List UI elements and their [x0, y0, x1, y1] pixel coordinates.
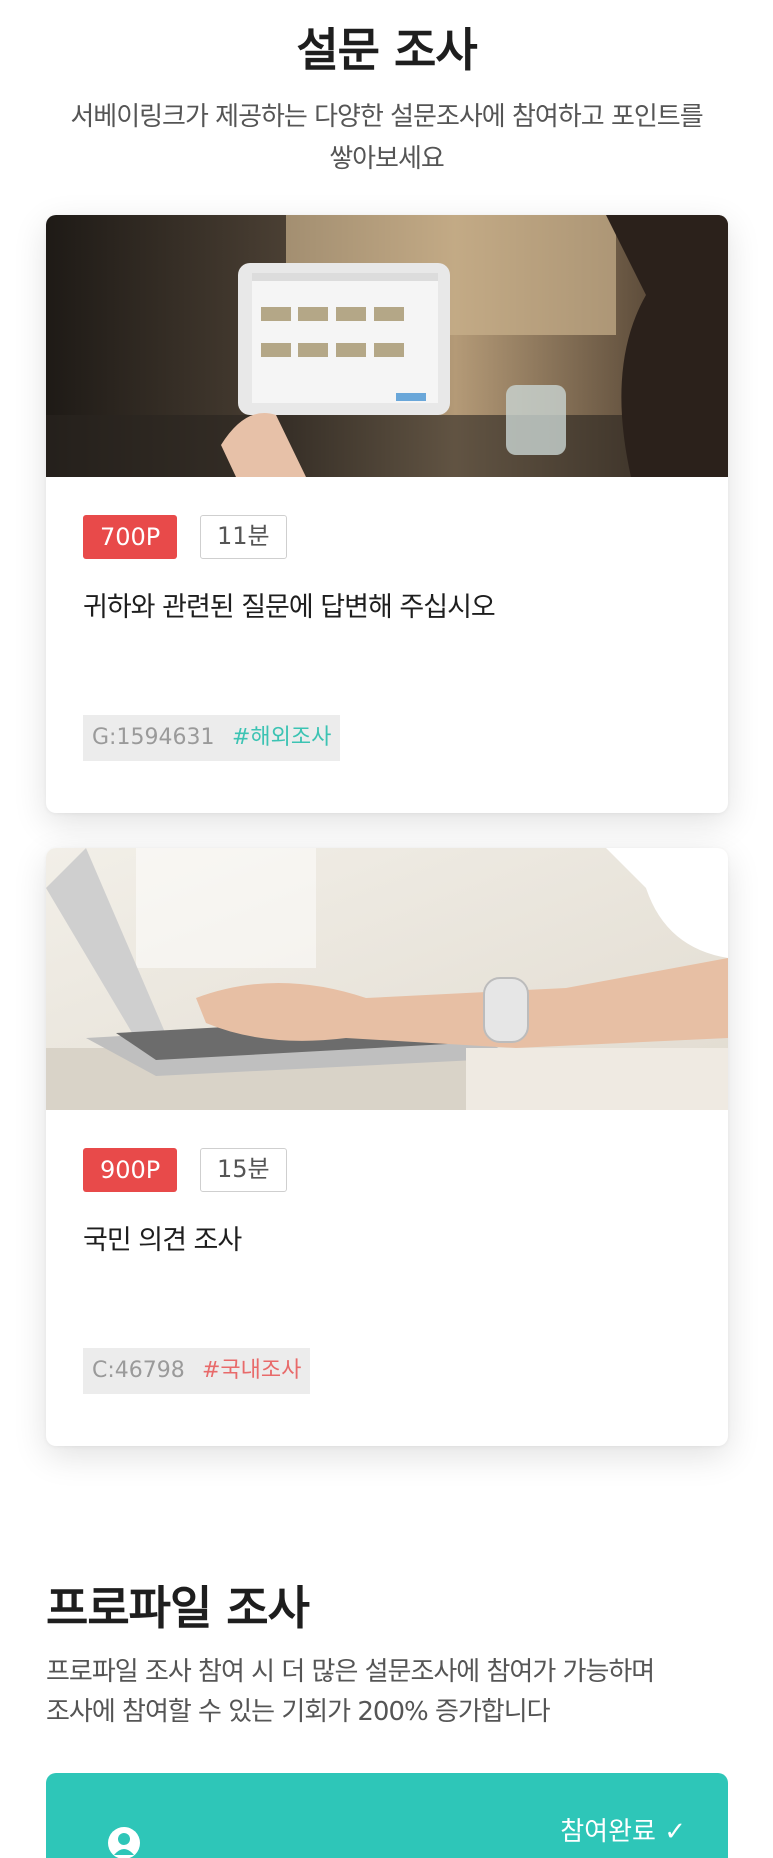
survey-subtitle-line2: 쌓아보세요: [329, 144, 445, 174]
survey-subtitle-line1: 서베이링크가 제공하는 다양한 설문조사에 참여하고 포인트를: [70, 102, 703, 132]
duration-badge: 11분: [200, 515, 287, 559]
survey-card-title[interactable]: 국민 의견 조사: [83, 1218, 242, 1257]
survey-category-tag: #해외조사: [223, 715, 341, 761]
survey-card[interactable]: 900P 15분 국민 의견 조사 C:46798 #국내조사: [46, 848, 728, 1446]
survey-code-tag: C:46798: [83, 1348, 194, 1394]
profile-subtitle-line1: 프로파일 조사 참여 시 더 많은 설문조사에 참여가 가능하며: [46, 1657, 655, 1687]
profile-section-title: 프로파일 조사: [46, 1581, 310, 1635]
survey-card-title[interactable]: 귀하와 관련된 질문에 답변해 주십시오: [83, 585, 496, 624]
participation-complete-label: 참여완료 ✓: [560, 1817, 686, 1847]
points-badge: 900P: [83, 1148, 178, 1192]
duration-badge: 15분: [200, 1148, 287, 1192]
profile-survey-card[interactable]: 참여완료 ✓: [46, 1773, 728, 1858]
survey-code-tag: G:1594631: [83, 715, 224, 761]
profile-icon: [106, 1825, 142, 1858]
survey-card[interactable]: 700P 11분 귀하와 관련된 질문에 답변해 주십시오 G:1594631 …: [46, 215, 728, 813]
profile-section-subtitle: 프로파일 조사 참여 시 더 많은 설문조사에 참여가 가능하며 조사에 참여할…: [46, 1652, 736, 1732]
survey-section-title: 설문 조사: [296, 23, 477, 77]
points-badge: 700P: [83, 515, 178, 559]
survey-card-image: [46, 848, 728, 1110]
survey-card-image: [46, 215, 728, 477]
survey-category-tag: #국내조사: [193, 1348, 311, 1394]
survey-card-body: 900P 15분 국민 의견 조사 C:46798 #국내조사: [46, 1110, 728, 1446]
profile-subtitle-line2: 조사에 참여할 수 있는 기회가 200% 증가합니다: [46, 1697, 551, 1727]
survey-card-body: 700P 11분 귀하와 관련된 질문에 답변해 주십시오 G:1594631 …: [46, 477, 728, 813]
survey-section-subtitle: 서베이링크가 제공하는 다양한 설문조사에 참여하고 포인트를 쌓아보세요: [40, 96, 733, 180]
